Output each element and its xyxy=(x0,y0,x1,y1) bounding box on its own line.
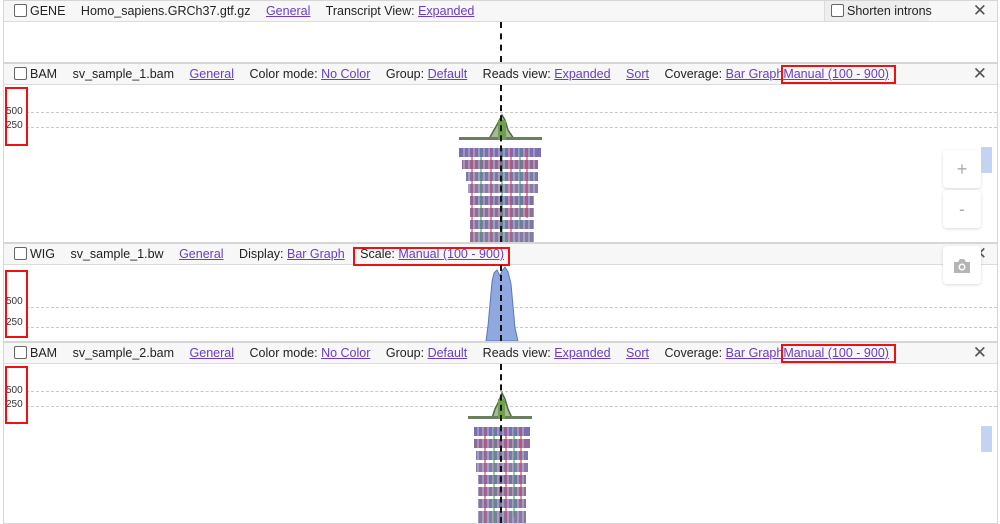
bam2-track-filename: sv_sample_2.bam xyxy=(72,346,175,360)
wig-track-checkbox[interactable] xyxy=(14,247,27,260)
bam2-track-checkbox[interactable] xyxy=(14,346,27,359)
wig-track-filename: sv_sample_1.bw xyxy=(70,247,164,261)
bam1-color-mode-label: Color mode: xyxy=(249,67,318,81)
camera-icon[interactable] xyxy=(943,246,981,284)
zoom-in-icon[interactable]: + xyxy=(943,150,981,188)
bam2-sort-link[interactable]: Sort xyxy=(626,346,649,360)
gene-track: GENE Homo_sapiens.GRCh37.gtf.gz General … xyxy=(3,0,998,63)
position-marker xyxy=(500,364,502,523)
bam1-coverage-and-reads xyxy=(459,113,542,242)
bam2-scale-highlight xyxy=(781,344,896,363)
bam2-read-stack xyxy=(474,427,530,523)
shorten-introns-toggle[interactable]: Shorten introns xyxy=(824,1,932,21)
bam2-general-link[interactable]: General xyxy=(190,346,234,360)
bam1-scale-highlight xyxy=(781,65,896,84)
bam1-coverage-link[interactable]: Bar Graph xyxy=(726,67,784,81)
position-marker xyxy=(500,22,502,62)
bam2-group-label: Group: xyxy=(385,346,425,360)
bam2-color-mode-link[interactable]: No Color xyxy=(321,346,370,360)
bam1-group-link[interactable]: Default xyxy=(428,67,468,81)
bam1-track-type: BAM xyxy=(30,67,58,81)
transcript-view-label: Transcript View: xyxy=(325,4,415,18)
bam2-coverage-link[interactable]: Bar Graph xyxy=(726,346,784,360)
gene-track-type: GENE xyxy=(30,4,66,18)
close-icon[interactable]: ✕ xyxy=(973,343,987,363)
bam2-color-mode-label: Color mode: xyxy=(249,346,318,360)
gene-track-checkbox[interactable] xyxy=(14,4,27,17)
wig-bar-graph xyxy=(485,266,519,341)
bam2-coverage-label: Coverage: xyxy=(664,346,723,360)
zoom-out-icon[interactable]: - xyxy=(943,190,981,228)
bam2-track-type: BAM xyxy=(30,346,58,360)
bam1-reads-view-link[interactable]: Expanded xyxy=(554,67,610,81)
bam1-group-label: Group: xyxy=(385,67,425,81)
bam1-color-mode-link[interactable]: No Color xyxy=(321,67,370,81)
bam2-group-link[interactable]: Default xyxy=(428,346,468,360)
bam2-axis-highlight xyxy=(5,366,28,424)
bam2-coverage-and-reads xyxy=(468,391,532,523)
bam2-track: BAM sv_sample_2.bam General Color mode: … xyxy=(3,342,998,524)
gene-track-filename: Homo_sapiens.GRCh37.gtf.gz xyxy=(80,4,251,18)
gene-track-header: GENE Homo_sapiens.GRCh37.gtf.gz General … xyxy=(4,1,997,22)
wig-axis-highlight xyxy=(5,270,28,338)
wig-display-link[interactable]: Bar Graph xyxy=(287,247,345,261)
bam1-axis-highlight xyxy=(5,87,28,146)
bam1-track-filename: sv_sample_1.bam xyxy=(72,67,175,81)
bam1-general-link[interactable]: General xyxy=(190,67,234,81)
bam1-sort-link[interactable]: Sort xyxy=(626,67,649,81)
close-icon[interactable]: ✕ xyxy=(973,1,987,21)
gene-general-link[interactable]: General xyxy=(266,4,310,18)
position-marker xyxy=(500,85,502,242)
wig-display-label: Display: xyxy=(239,247,284,261)
wig-general-link[interactable]: General xyxy=(179,247,223,261)
bam1-scrollbar[interactable] xyxy=(981,147,992,173)
transcript-view-link[interactable]: Expanded xyxy=(418,4,474,18)
position-marker xyxy=(500,265,502,341)
bam2-reads-view-label: Reads view: xyxy=(482,346,551,360)
bam2-scrollbar[interactable] xyxy=(981,426,992,452)
close-icon[interactable]: ✕ xyxy=(973,64,987,84)
bam1-reads-view-label: Reads view: xyxy=(482,67,551,81)
bam1-track: BAM sv_sample_1.bam General Color mode: … xyxy=(3,63,998,243)
wig-track-type: WIG xyxy=(30,247,55,261)
shorten-introns-label: Shorten introns xyxy=(847,4,932,18)
wig-track: WIG sv_sample_1.bw General Display: Bar … xyxy=(3,243,998,342)
bam1-coverage-label: Coverage: xyxy=(664,67,723,81)
bam1-track-checkbox[interactable] xyxy=(14,67,27,80)
shorten-introns-checkbox[interactable] xyxy=(831,4,844,17)
bam2-reads-view-link[interactable]: Expanded xyxy=(554,346,610,360)
